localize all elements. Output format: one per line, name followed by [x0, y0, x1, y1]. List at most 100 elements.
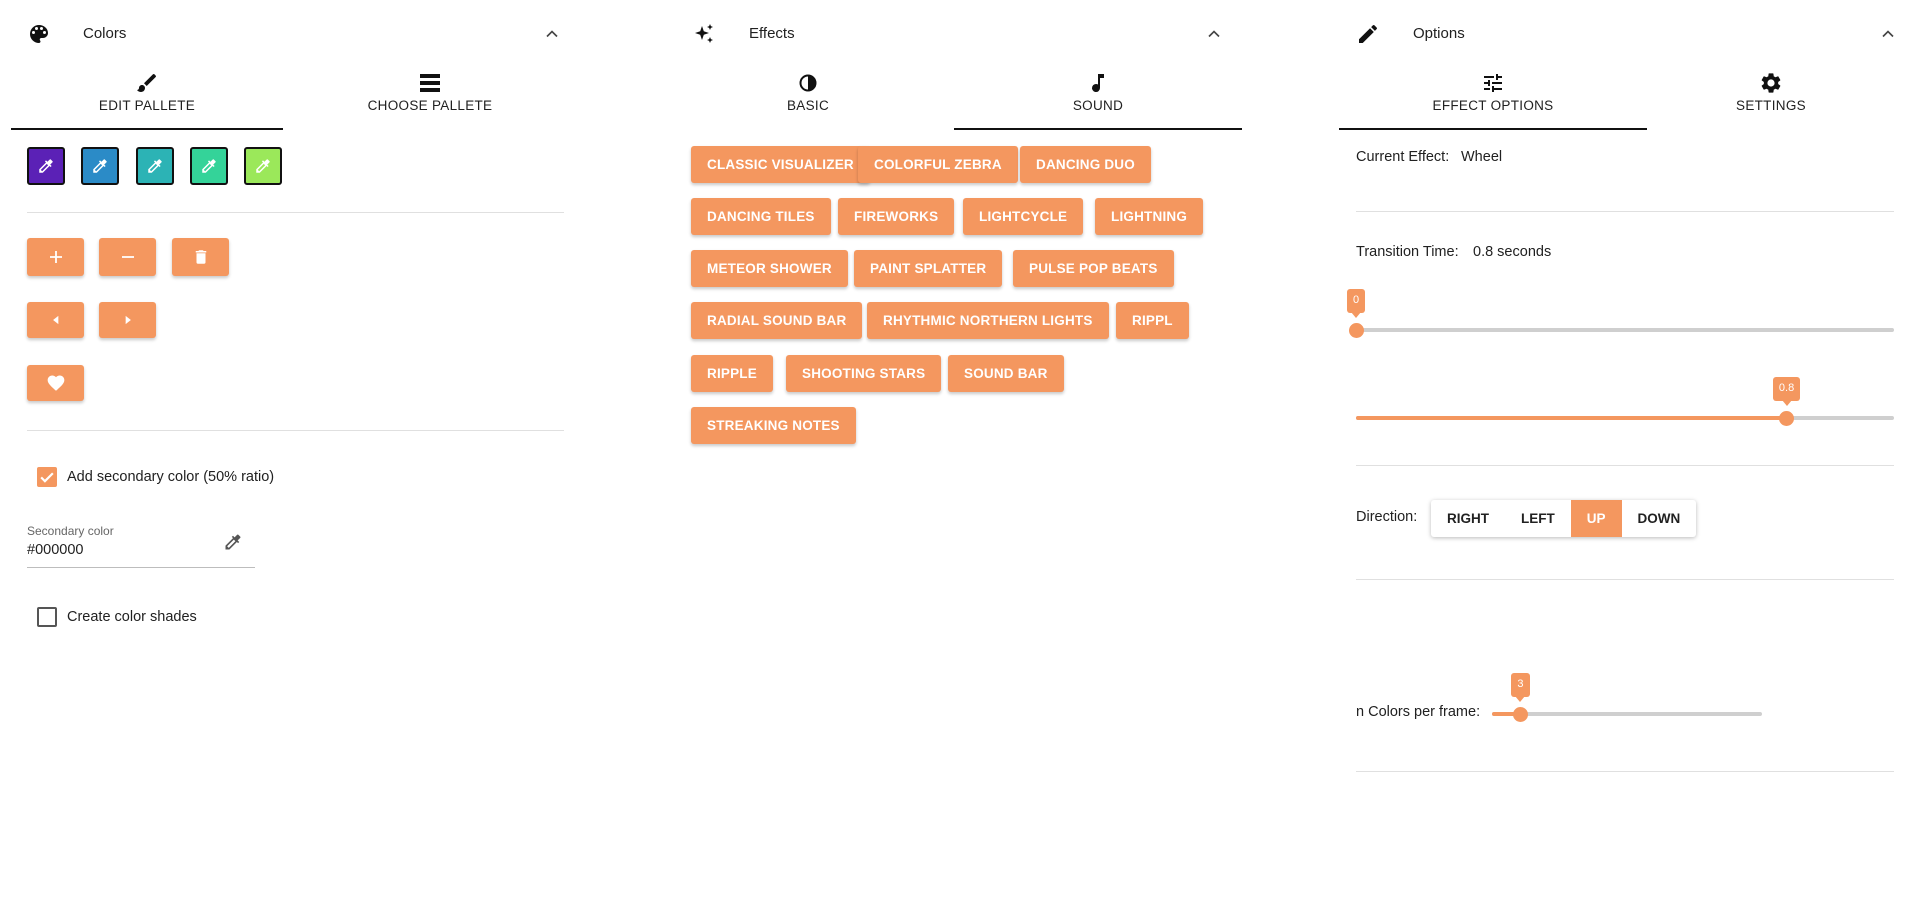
direction-down-button[interactable]: DOWN [1622, 500, 1697, 537]
chevron-up-icon[interactable] [542, 24, 562, 44]
divider [1356, 771, 1894, 772]
options-panel-title: Options [1413, 25, 1465, 42]
slider-thumb[interactable] [1778, 411, 1794, 426]
chevron-up-icon[interactable] [1204, 24, 1224, 44]
eyedropper-icon [256, 159, 270, 173]
effect-button[interactable]: RIPPLE [691, 355, 773, 392]
effect-button[interactable]: LIGHTNING [1095, 198, 1204, 235]
move-left-button[interactable] [27, 302, 84, 338]
colors-panel-header[interactable]: Colors [0, 10, 574, 58]
color-swatch[interactable] [81, 147, 119, 185]
effects-panel-title: Effects [749, 25, 795, 42]
effects-panel-header[interactable]: Effects [664, 10, 1267, 58]
effect-button[interactable]: DANCING TILES [691, 198, 831, 235]
slider-track [1356, 328, 1894, 332]
effect-button[interactable]: RADIAL SOUND BAR [691, 302, 863, 339]
effect-button[interactable]: STREAKING NOTES [691, 407, 856, 444]
effect-button[interactable]: DANCING DUO [1020, 146, 1151, 183]
color-shades-checkbox-label: Create color shades [67, 609, 197, 625]
slider-thumb[interactable] [1348, 323, 1364, 338]
effect-button[interactable]: RIPPL [1116, 302, 1189, 339]
effect-button[interactable]: SHOOTING STARS [786, 355, 942, 392]
eyedropper-icon[interactable] [223, 532, 243, 557]
minus-icon [121, 256, 134, 258]
effect-button[interactable]: SOUND BAR [948, 355, 1064, 392]
slider-value-label: 0 [1347, 289, 1366, 318]
tab-label: BASIC [786, 98, 829, 113]
tab-choose-pallete[interactable]: CHOOSE PALLETE [294, 63, 566, 129]
effect-button[interactable]: FIREWORKS [838, 198, 955, 235]
direction-up-button[interactable]: UP [1570, 500, 1622, 537]
delete-color-button[interactable] [172, 238, 229, 276]
eyedropper-icon [93, 159, 107, 173]
secondary-color-checkbox-label: Add secondary color (50% ratio) [67, 469, 275, 485]
sparkles-icon [692, 22, 716, 46]
options-panel-header[interactable]: Options [1334, 10, 1911, 58]
effect-button[interactable]: RHYTHMIC NORTHERN LIGHTS [867, 302, 1109, 339]
color-swatch[interactable] [136, 147, 174, 185]
tab-basic[interactable]: BASIC [664, 63, 952, 129]
slider-value-label: 0.8 [1772, 377, 1801, 406]
add-color-button[interactable] [27, 238, 84, 276]
favorite-button[interactable] [27, 365, 84, 401]
music-note-icon [1086, 71, 1110, 95]
effect-button[interactable]: PULSE POP BEATS [1013, 250, 1174, 287]
eyedropper-icon [39, 159, 53, 173]
eyedropper-icon [148, 159, 162, 173]
slider-track [1492, 712, 1762, 716]
tab-indicator [11, 128, 283, 130]
tab-label: EFFECT OPTIONS [1432, 98, 1554, 113]
plus-icon [49, 251, 62, 263]
effect-button[interactable]: PAINT SPLATTER [854, 250, 1003, 287]
start-slider[interactable]: 0 [1347, 284, 1894, 338]
divider [1356, 211, 1894, 212]
gear-icon [1759, 71, 1783, 95]
transition-time-value: 0.8 seconds [1473, 244, 1552, 260]
direction-right-button[interactable]: RIGHT [1431, 500, 1505, 537]
tab-label: EDIT PALLETE [98, 98, 196, 113]
tab-indicator [954, 128, 1242, 130]
remove-color-button[interactable] [99, 238, 156, 276]
current-effect-value: Wheel [1461, 149, 1503, 165]
secondary-color-field[interactable]: Secondary color #000000 [27, 522, 255, 568]
color-swatch[interactable] [27, 147, 65, 185]
direction-label: Direction: [1356, 509, 1418, 525]
colors-panel: Colors EDIT PALLETE CHOOSE PALLETE Add s… [0, 0, 574, 912]
colors-per-frame-label: n Colors per frame: [1356, 704, 1481, 720]
options-tabs: EFFECT OPTIONS SETTINGS [1339, 63, 1895, 131]
move-right-button[interactable] [99, 302, 156, 338]
heart-icon [47, 375, 64, 391]
tab-sound[interactable]: SOUND [954, 63, 1242, 129]
transition-time-label: Transition Time: [1356, 244, 1459, 260]
color-shades-checkbox[interactable] [37, 607, 57, 627]
colors-per-frame-slider[interactable]: 3 [1492, 668, 1762, 722]
eyedropper-icon [202, 159, 216, 173]
color-swatch[interactable] [244, 147, 282, 185]
divider [1356, 465, 1894, 466]
tab-label: CHOOSE PALLETE [367, 98, 493, 113]
tab-edit-pallete[interactable]: EDIT PALLETE [11, 63, 283, 129]
direction-toggle-group: RIGHT LEFT UP DOWN [1431, 500, 1697, 537]
colors-panel-title: Colors [83, 25, 127, 42]
effect-button[interactable]: COLORFUL ZEBRA [858, 146, 1018, 183]
secondary-color-field-value: #000000 [27, 542, 84, 558]
direction-left-button[interactable]: LEFT [1505, 500, 1571, 537]
brush-icon [135, 71, 159, 95]
chevron-up-icon[interactable] [1878, 24, 1898, 44]
list-icon [418, 71, 442, 95]
color-swatch[interactable] [190, 147, 228, 185]
secondary-color-field-label: Secondary color [27, 524, 114, 538]
transition-slider[interactable]: 0.8 [1356, 372, 1894, 426]
contrast-icon [796, 71, 820, 95]
secondary-color-checkbox[interactable] [37, 467, 57, 487]
tab-label: SETTINGS [1736, 98, 1806, 113]
tab-effect-options[interactable]: EFFECT OPTIONS [1339, 63, 1647, 129]
slider-value-label: 3 [1511, 673, 1530, 702]
effect-button[interactable]: METEOR SHOWER [691, 250, 848, 287]
tune-icon [1481, 71, 1505, 95]
effect-button[interactable]: CLASSIC VISUALIZER [691, 146, 870, 183]
tab-settings[interactable]: SETTINGS [1647, 63, 1895, 129]
effect-button[interactable]: LIGHTCYCLE [963, 198, 1084, 235]
slider-thumb[interactable] [1512, 707, 1528, 722]
caret-right-icon [125, 315, 131, 325]
